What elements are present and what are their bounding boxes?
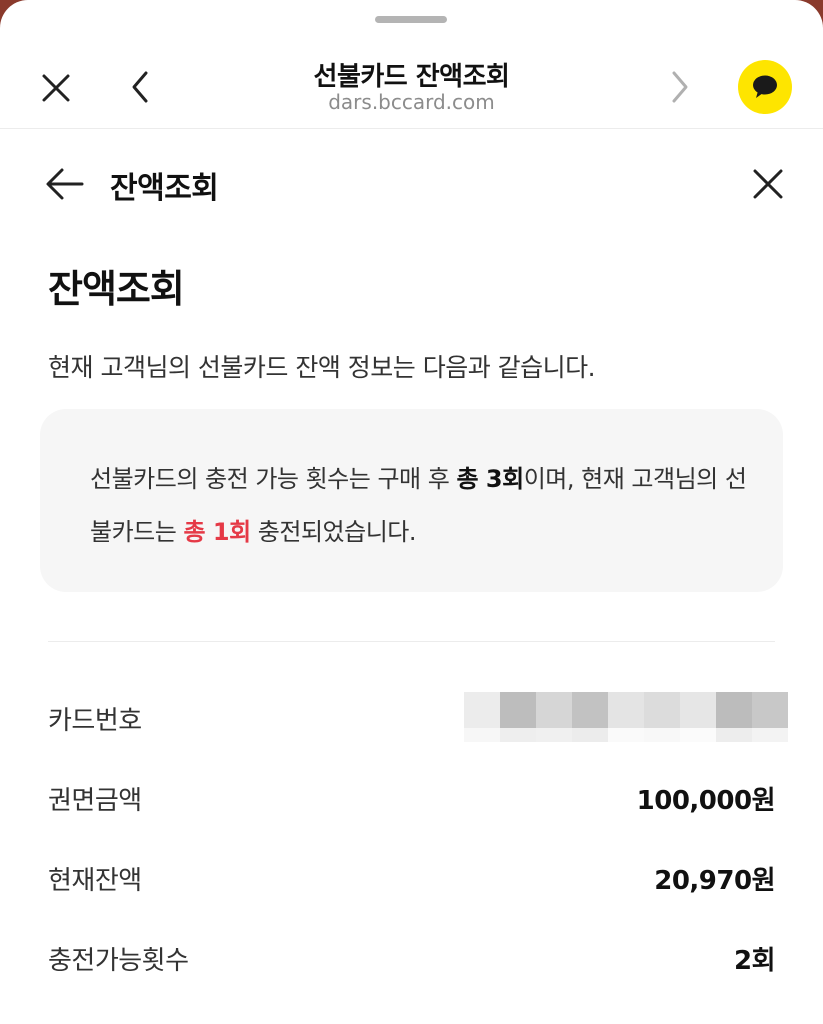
kakao-talk-button[interactable] (738, 60, 792, 114)
remaining-charges-count: 2회 (733, 946, 776, 976)
face-value-amount: 100,000원 (636, 786, 776, 816)
card-number-label: 카드번호 (48, 706, 142, 736)
balance-description: 현재 고객님의 선불카드 잔액 정보는 다음과 같습니다. (48, 353, 596, 382)
section-divider (48, 641, 775, 642)
chevron-right-icon (672, 71, 688, 103)
face-value-label: 권면금액 (48, 786, 142, 816)
notice-text-part1: 선불카드의 충전 가능 횟수는 구매 후 (90, 465, 457, 493)
page-header: 잔액조회 (0, 129, 823, 239)
notice-text-part3: 충전되었습니다. (250, 518, 417, 546)
detail-row-face-value: 권면금액 100,000원 (48, 774, 776, 822)
arrow-left-icon[interactable] (44, 166, 86, 202)
charged-count: 총 1회 (183, 518, 251, 546)
page-header-title: 잔액조회 (110, 171, 219, 206)
charge-notice-box: 선불카드의 충전 가능 횟수는 구매 후 총 3회이며, 현재 고객님의 선불카… (40, 409, 783, 592)
card-number-masked (464, 692, 788, 742)
bottom-sheet: 선불카드 잔액조회 dars.bccard.com 잔액조회 잔액조회 현재 고… (0, 0, 823, 1024)
remaining-charges-label: 충전가능횟수 (48, 946, 189, 976)
total-charge-count: 총 3회 (456, 465, 524, 493)
browser-title: 선불카드 잔액조회 (313, 62, 510, 92)
detail-row-current-balance: 현재잔액 20,970원 (48, 854, 775, 902)
detail-row-remaining-charges: 충전가능횟수 2회 (48, 934, 776, 982)
browser-url: dars.bccard.com (328, 90, 495, 114)
page-heading: 잔액조회 (48, 267, 185, 311)
in-app-browser-bar: 선불카드 잔액조회 dars.bccard.com (0, 30, 823, 129)
charge-notice-text: 선불카드의 충전 가능 횟수는 구매 후 총 3회이며, 현재 고객님의 선불카… (90, 453, 750, 559)
current-balance-label: 현재잔액 (48, 866, 142, 896)
kakao-talk-icon (753, 75, 777, 98)
sheet-grabber[interactable] (375, 16, 447, 23)
close-icon[interactable] (750, 166, 786, 202)
current-balance-amount: 20,970원 (654, 866, 775, 896)
